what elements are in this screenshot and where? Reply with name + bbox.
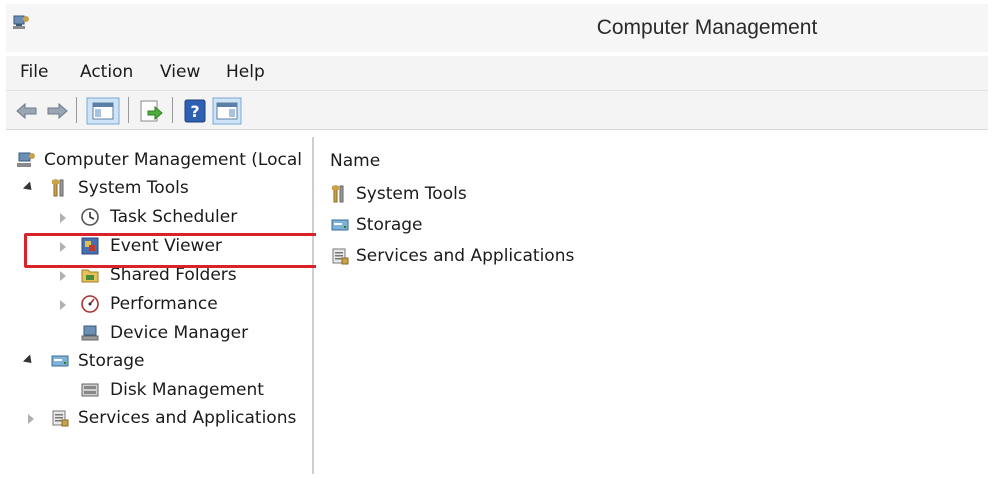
list-item-label: Services and Applications	[356, 246, 575, 266]
tree-item-label: Task Scheduler	[110, 207, 238, 227]
shared-folders-icon	[81, 269, 99, 283]
expand-arrow-icon[interactable]	[28, 414, 34, 424]
collapse-arrow-icon[interactable]	[22, 354, 36, 367]
console-tree-pane: Computer Management (Local System Tools …	[6, 137, 314, 474]
tree-item-label: Performance	[110, 294, 218, 314]
services-and-applications-icon	[52, 410, 69, 427]
storage-icon	[51, 355, 69, 367]
tree-item-system-tools[interactable]: System Tools	[6, 175, 312, 201]
expand-arrow-icon[interactable]	[60, 213, 66, 223]
details-pane: Name System Tools Storage Services and A…	[316, 137, 988, 474]
toolbar-separator	[172, 97, 173, 123]
tree-item-label: Services and Applications	[78, 408, 297, 428]
tree-item-disk-management[interactable]: Disk Management	[6, 377, 312, 403]
help-icon[interactable]: ?	[182, 98, 208, 124]
device-manager-icon	[81, 325, 99, 341]
menu-help[interactable]: Help	[226, 62, 265, 82]
tree-item-task-scheduler[interactable]: Task Scheduler	[6, 204, 312, 230]
menu-action[interactable]: Action	[80, 62, 133, 82]
export-list-icon[interactable]	[138, 98, 164, 124]
svg-text:?: ?	[190, 102, 199, 121]
tree-item-label: System Tools	[78, 178, 189, 198]
collapse-arrow-icon[interactable]	[22, 181, 36, 194]
tree-item-storage[interactable]: Storage	[6, 348, 312, 374]
clock-icon	[81, 208, 99, 226]
tree-item-label: Disk Management	[110, 380, 264, 400]
show-hide-action-pane-icon[interactable]	[212, 97, 242, 125]
show-hide-console-tree-icon[interactable]	[86, 97, 120, 125]
forward-arrow-icon[interactable]	[44, 98, 70, 124]
tree-item-label: Device Manager	[110, 323, 249, 343]
tree-item-computer-management[interactable]: Computer Management (Local	[6, 147, 312, 173]
list-item-label: System Tools	[356, 184, 467, 204]
menu-bar: File Action View Help	[6, 56, 988, 91]
window-title: Computer Management	[596, 16, 818, 39]
menu-view[interactable]: View	[160, 62, 200, 82]
column-header-name[interactable]: Name	[330, 151, 380, 171]
system-tools-icon	[332, 185, 344, 203]
list-item-storage[interactable]: Storage	[328, 212, 728, 238]
tree-item-performance[interactable]: Performance	[6, 291, 312, 317]
system-tools-icon	[52, 179, 64, 197]
list-item-label: Storage	[356, 215, 423, 235]
storage-icon	[331, 219, 349, 231]
disk-management-highlight-box	[24, 233, 329, 268]
computer-management-icon	[17, 152, 35, 167]
disk-management-icon	[81, 383, 99, 397]
performance-gauge-icon	[81, 295, 99, 313]
tree-item-device-manager[interactable]: Device Manager	[6, 320, 312, 346]
title-bar: Computer Management	[6, 4, 988, 52]
toolbar-separator	[128, 97, 129, 123]
list-item-services-and-applications[interactable]: Services and Applications	[328, 243, 728, 269]
toolbar-separator	[76, 97, 77, 123]
computer-management-window: Computer Management File Action View Hel…	[6, 4, 988, 474]
toolbar: ?	[6, 91, 988, 130]
expand-arrow-icon[interactable]	[60, 271, 66, 281]
tree-item-services-and-applications[interactable]: Services and Applications	[6, 405, 312, 431]
tree-item-label: Computer Management (Local	[44, 150, 302, 170]
list-item-system-tools[interactable]: System Tools	[328, 181, 728, 207]
expand-arrow-icon[interactable]	[60, 300, 66, 310]
back-arrow-icon[interactable]	[14, 98, 40, 124]
menu-file[interactable]: File	[20, 62, 48, 82]
tree-item-label: Storage	[78, 351, 145, 371]
services-and-applications-icon	[332, 248, 349, 265]
